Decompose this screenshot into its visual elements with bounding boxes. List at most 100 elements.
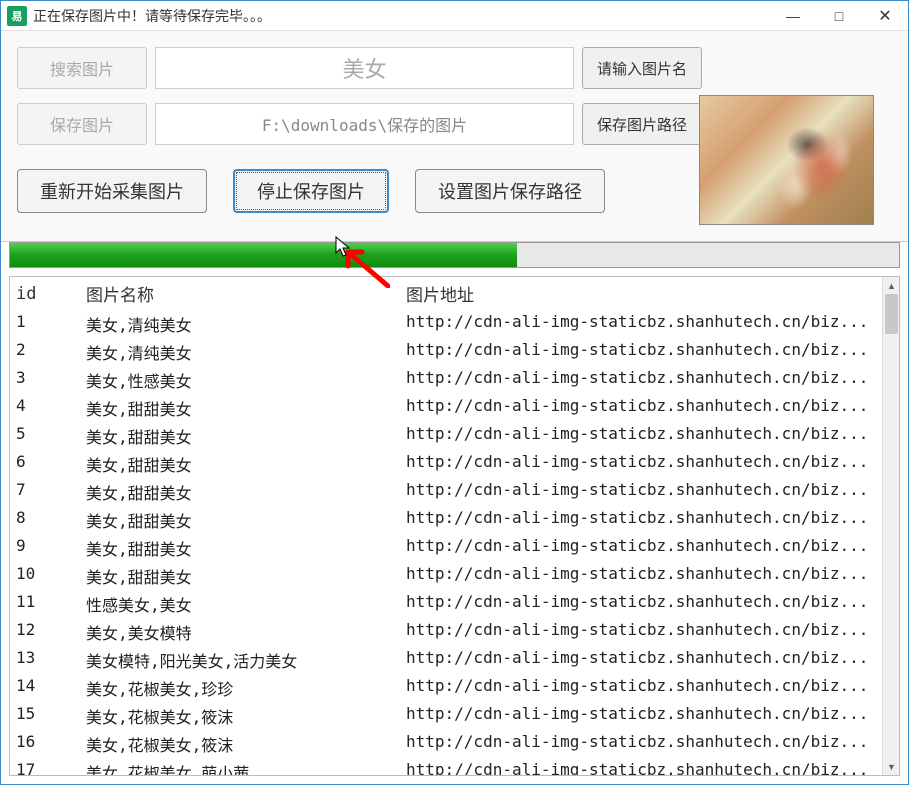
- cell-url: http://cdn-ali-img-staticbz.shanhutech.c…: [400, 310, 899, 338]
- table-row[interactable]: 3美女,性感美女http://cdn-ali-img-staticbz.shan…: [10, 366, 899, 394]
- table-header-row: id 图片名称 图片地址: [10, 277, 899, 310]
- cell-name: 美女,甜甜美女: [80, 534, 400, 562]
- cell-id: 3: [10, 366, 80, 394]
- cell-id: 5: [10, 422, 80, 450]
- table-row[interactable]: 12美女,美女模特http://cdn-ali-img-staticbz.sha…: [10, 618, 899, 646]
- search-input[interactable]: 美女: [155, 47, 574, 89]
- close-button[interactable]: ✕: [862, 1, 908, 31]
- scroll-down-arrow-icon[interactable]: ▼: [883, 758, 900, 775]
- header-url[interactable]: 图片地址: [400, 277, 899, 310]
- scroll-thumb[interactable]: [885, 294, 898, 334]
- toolbar-area: 搜索图片 美女 请输入图片名 保存图片 F:\downloads\保存的图片 保…: [1, 31, 908, 242]
- maximize-button[interactable]: □: [816, 1, 862, 31]
- save-row: 保存图片 F:\downloads\保存的图片 保存图片路径: [17, 103, 702, 145]
- cell-id: 11: [10, 590, 80, 618]
- header-id[interactable]: id: [10, 277, 80, 310]
- cell-name: 美女模特,阳光美女,活力美女: [80, 646, 400, 674]
- table-row[interactable]: 13美女模特,阳光美女,活力美女http://cdn-ali-img-stati…: [10, 646, 899, 674]
- cell-url: http://cdn-ali-img-staticbz.shanhutech.c…: [400, 422, 899, 450]
- cell-id: 10: [10, 562, 80, 590]
- table-row[interactable]: 8美女,甜甜美女http://cdn-ali-img-staticbz.shan…: [10, 506, 899, 534]
- cell-name: 美女,清纯美女: [80, 338, 400, 366]
- table-row[interactable]: 14美女,花椒美女,珍珍http://cdn-ali-img-staticbz.…: [10, 674, 899, 702]
- cell-url: http://cdn-ali-img-staticbz.shanhutech.c…: [400, 562, 899, 590]
- scroll-up-arrow-icon[interactable]: ▲: [883, 277, 900, 294]
- progress-fill: [10, 243, 517, 267]
- table-row[interactable]: 2美女,清纯美女http://cdn-ali-img-staticbz.shan…: [10, 338, 899, 366]
- cell-id: 12: [10, 618, 80, 646]
- cell-url: http://cdn-ali-img-staticbz.shanhutech.c…: [400, 366, 899, 394]
- table-row[interactable]: 17美女,花椒美女,萌小茜http://cdn-ali-img-staticbz…: [10, 758, 899, 776]
- app-window: 易 正在保存图片中！请等待保存完毕。。。 — □ ✕ 搜索图片 美女 请输入图片…: [0, 0, 909, 785]
- cell-id: 2: [10, 338, 80, 366]
- cell-url: http://cdn-ali-img-staticbz.shanhutech.c…: [400, 338, 899, 366]
- table-row[interactable]: 16美女,花椒美女,筱沫http://cdn-ali-img-staticbz.…: [10, 730, 899, 758]
- cell-name: 美女,花椒美女,萌小茜: [80, 758, 400, 776]
- cell-url: http://cdn-ali-img-staticbz.shanhutech.c…: [400, 450, 899, 478]
- restart-collect-button[interactable]: 重新开始采集图片: [17, 169, 207, 213]
- cell-name: 美女,花椒美女,筱沫: [80, 730, 400, 758]
- table-row[interactable]: 10美女,甜甜美女http://cdn-ali-img-staticbz.sha…: [10, 562, 899, 590]
- progress-bar: [9, 242, 900, 268]
- window-title: 正在保存图片中！请等待保存完毕。。。: [33, 6, 770, 26]
- search-row: 搜索图片 美女 请输入图片名: [17, 47, 702, 89]
- cell-id: 8: [10, 506, 80, 534]
- table-row[interactable]: 4美女,甜甜美女http://cdn-ali-img-staticbz.shan…: [10, 394, 899, 422]
- table-row[interactable]: 1美女,清纯美女http://cdn-ali-img-staticbz.shan…: [10, 310, 899, 338]
- cell-name: 美女,甜甜美女: [80, 450, 400, 478]
- cell-id: 7: [10, 478, 80, 506]
- results-list: id 图片名称 图片地址 1美女,清纯美女http://cdn-ali-img-…: [9, 276, 900, 776]
- cell-url: http://cdn-ali-img-staticbz.shanhutech.c…: [400, 702, 899, 730]
- cell-id: 4: [10, 394, 80, 422]
- save-images-button: 保存图片: [17, 103, 147, 145]
- cell-name: 美女,甜甜美女: [80, 506, 400, 534]
- app-icon: 易: [7, 6, 27, 26]
- cell-url: http://cdn-ali-img-staticbz.shanhutech.c…: [400, 534, 899, 562]
- cell-name: 美女,甜甜美女: [80, 422, 400, 450]
- cell-name: 美女,性感美女: [80, 366, 400, 394]
- cell-url: http://cdn-ali-img-staticbz.shanhutech.c…: [400, 590, 899, 618]
- cell-id: 9: [10, 534, 80, 562]
- cell-id: 6: [10, 450, 80, 478]
- table-row[interactable]: 7美女,甜甜美女http://cdn-ali-img-staticbz.shan…: [10, 478, 899, 506]
- cell-name: 美女,花椒美女,筱沫: [80, 702, 400, 730]
- cell-id: 17: [10, 758, 80, 776]
- results-table: id 图片名称 图片地址 1美女,清纯美女http://cdn-ali-img-…: [10, 277, 899, 776]
- cell-id: 14: [10, 674, 80, 702]
- minimize-button[interactable]: —: [770, 1, 816, 31]
- header-name[interactable]: 图片名称: [80, 277, 400, 310]
- search-images-button: 搜索图片: [17, 47, 147, 89]
- cell-url: http://cdn-ali-img-staticbz.shanhutech.c…: [400, 646, 899, 674]
- save-path-input[interactable]: F:\downloads\保存的图片: [155, 103, 574, 145]
- vertical-scrollbar[interactable]: ▲ ▼: [882, 277, 899, 775]
- preview-image: [699, 95, 874, 225]
- cell-id: 16: [10, 730, 80, 758]
- cell-name: 美女,美女模特: [80, 618, 400, 646]
- cell-url: http://cdn-ali-img-staticbz.shanhutech.c…: [400, 506, 899, 534]
- table-row[interactable]: 9美女,甜甜美女http://cdn-ali-img-staticbz.shan…: [10, 534, 899, 562]
- cell-url: http://cdn-ali-img-staticbz.shanhutech.c…: [400, 618, 899, 646]
- set-save-path-button[interactable]: 设置图片保存路径: [415, 169, 605, 213]
- cell-url: http://cdn-ali-img-staticbz.shanhutech.c…: [400, 730, 899, 758]
- cell-name: 美女,甜甜美女: [80, 562, 400, 590]
- cell-url: http://cdn-ali-img-staticbz.shanhutech.c…: [400, 758, 899, 776]
- search-hint-button[interactable]: 请输入图片名: [582, 47, 702, 89]
- cell-id: 1: [10, 310, 80, 338]
- cell-id: 15: [10, 702, 80, 730]
- table-row[interactable]: 6美女,甜甜美女http://cdn-ali-img-staticbz.shan…: [10, 450, 899, 478]
- table-row[interactable]: 11性感美女,美女http://cdn-ali-img-staticbz.sha…: [10, 590, 899, 618]
- titlebar[interactable]: 易 正在保存图片中！请等待保存完毕。。。 — □ ✕: [1, 1, 908, 31]
- cell-name: 美女,甜甜美女: [80, 478, 400, 506]
- save-path-label-button[interactable]: 保存图片路径: [582, 103, 702, 145]
- stop-save-button[interactable]: 停止保存图片: [233, 169, 389, 213]
- cell-name: 美女,花椒美女,珍珍: [80, 674, 400, 702]
- table-row[interactable]: 15美女,花椒美女,筱沫http://cdn-ali-img-staticbz.…: [10, 702, 899, 730]
- table-row[interactable]: 5美女,甜甜美女http://cdn-ali-img-staticbz.shan…: [10, 422, 899, 450]
- cell-url: http://cdn-ali-img-staticbz.shanhutech.c…: [400, 394, 899, 422]
- cell-name: 美女,清纯美女: [80, 310, 400, 338]
- cell-id: 13: [10, 646, 80, 674]
- window-controls: — □ ✕: [770, 1, 908, 31]
- cell-url: http://cdn-ali-img-staticbz.shanhutech.c…: [400, 478, 899, 506]
- cell-url: http://cdn-ali-img-staticbz.shanhutech.c…: [400, 674, 899, 702]
- cell-name: 美女,甜甜美女: [80, 394, 400, 422]
